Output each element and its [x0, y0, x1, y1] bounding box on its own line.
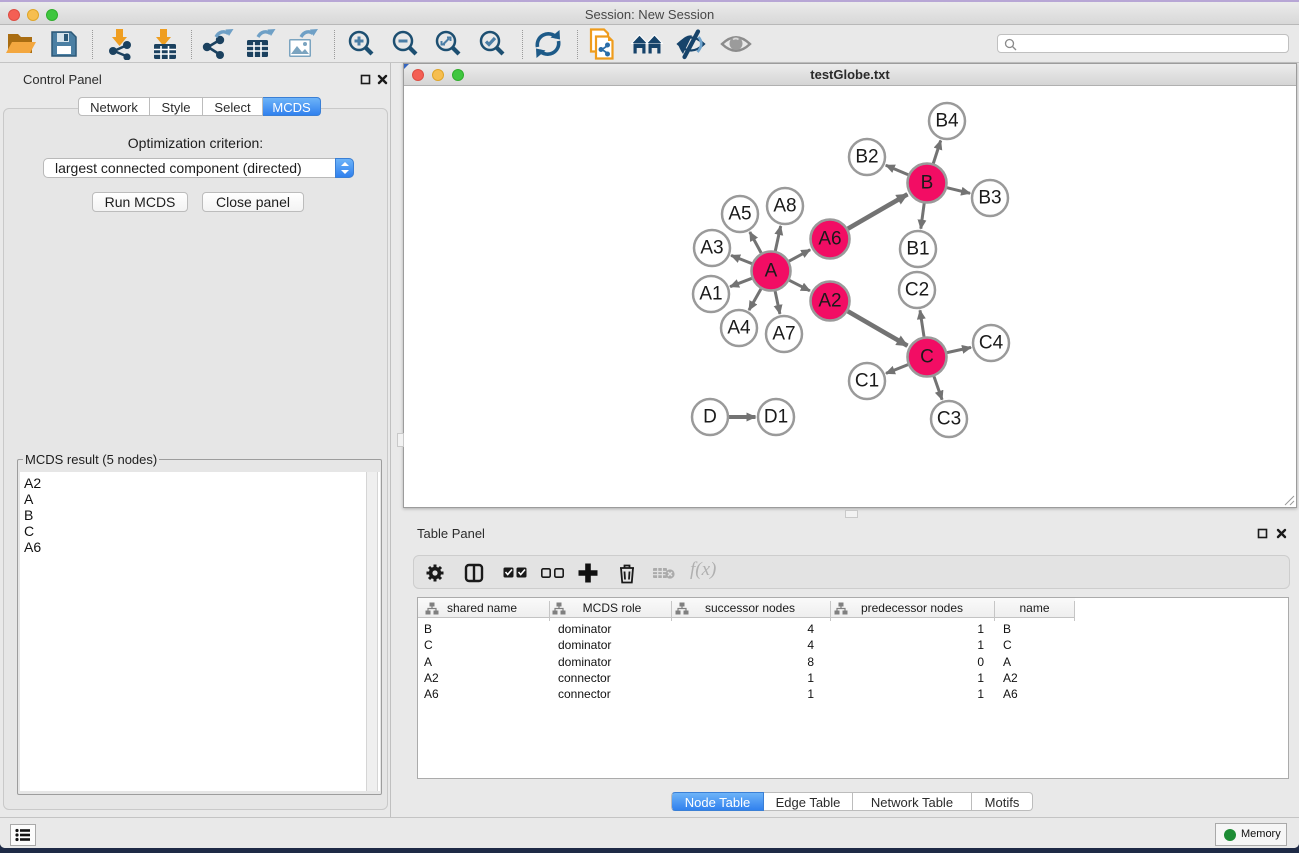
svg-text:C1: C1	[855, 371, 879, 392]
svg-text:A5: A5	[728, 204, 751, 225]
svg-text:A8: A8	[773, 196, 796, 217]
svg-text:A7: A7	[772, 324, 795, 345]
svg-text:D1: D1	[764, 407, 788, 428]
svg-text:A6: A6	[818, 229, 841, 250]
svg-text:C3: C3	[937, 409, 961, 430]
svg-text:B2: B2	[855, 147, 878, 168]
svg-text:A4: A4	[727, 318, 751, 339]
svg-text:A: A	[765, 261, 778, 282]
svg-text:D: D	[703, 407, 717, 428]
svg-text:A1: A1	[699, 284, 722, 305]
svg-text:C4: C4	[979, 333, 1004, 354]
svg-text:B: B	[921, 173, 934, 194]
svg-text:B3: B3	[978, 188, 1001, 209]
svg-text:B1: B1	[906, 239, 929, 260]
svg-text:C: C	[920, 347, 934, 368]
svg-text:B4: B4	[935, 111, 959, 132]
svg-text:C2: C2	[905, 280, 929, 301]
svg-text:A3: A3	[700, 238, 723, 259]
svg-text:A2: A2	[818, 291, 841, 312]
